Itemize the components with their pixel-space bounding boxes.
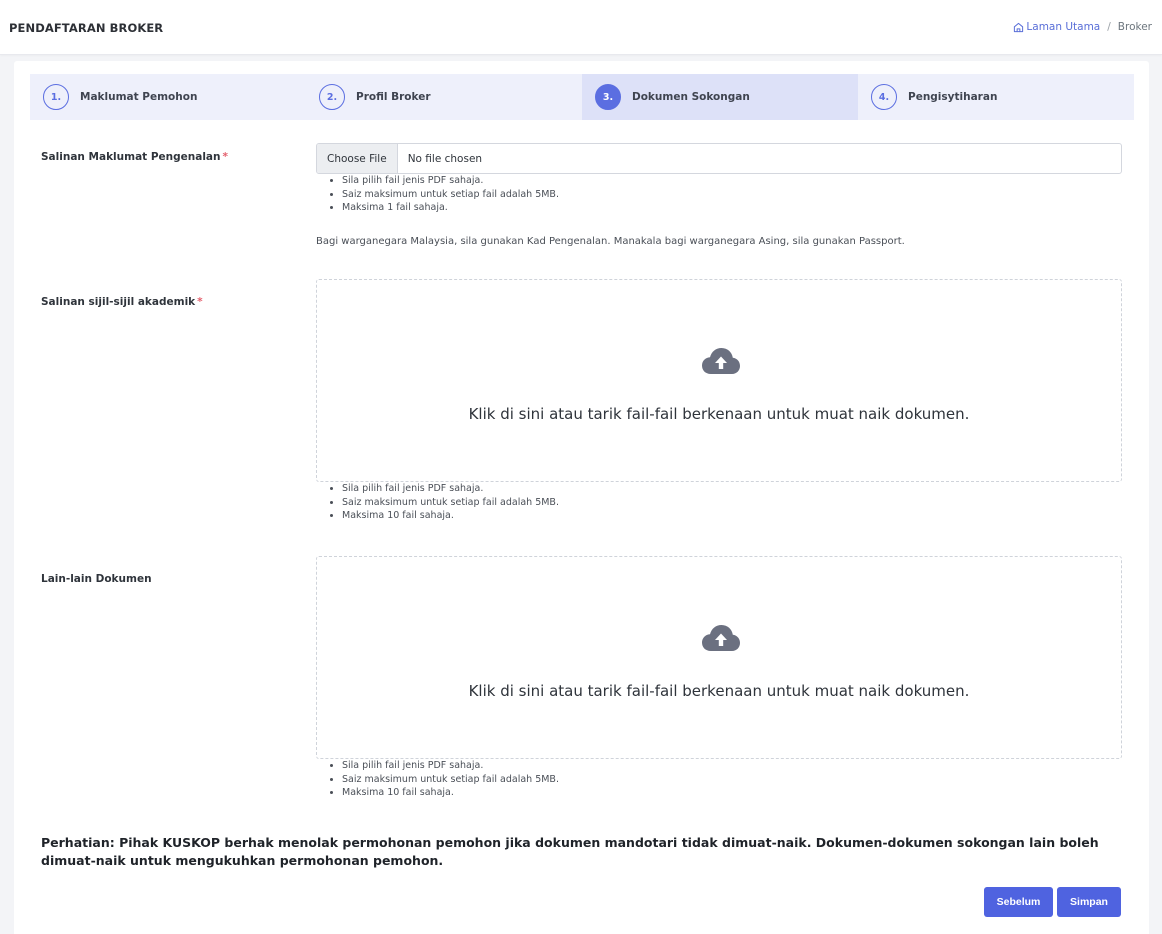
hint-item: Saiz maksimum untuk setiap fail adalah 5… — [342, 496, 559, 510]
breadcrumb: Laman Utama / Broker — [1013, 21, 1152, 33]
breadcrumb-separator: / — [1107, 21, 1111, 33]
hint-item: Saiz maksimum untuk setiap fail adalah 5… — [342, 773, 559, 787]
other-docs-label-text: Lain-lain Dokumen — [41, 573, 152, 585]
breadcrumb-home-label: Laman Utama — [1026, 21, 1101, 33]
hint-item: Maksima 1 fail sahaja. — [342, 201, 559, 215]
home-icon — [1014, 22, 1024, 32]
step-label: Maklumat Pemohon — [80, 91, 198, 103]
step-label: Dokumen Sokongan — [632, 91, 750, 103]
academic-certs-hints: Sila pilih fail jenis PDF sahaja. Saiz m… — [342, 482, 559, 523]
previous-button[interactable]: Sebelum — [984, 887, 1053, 917]
ic-copy-label-text: Salinan Maklumat Pengenalan — [41, 151, 221, 163]
other-docs-hints: Sila pilih fail jenis PDF sahaja. Saiz m… — [342, 759, 559, 800]
page-header: PENDAFTARAN BROKER Laman Utama / Broker — [0, 0, 1162, 55]
hint-item: Sila pilih fail jenis PDF sahaja. — [342, 482, 559, 496]
breadcrumb-home-link[interactable]: Laman Utama — [1013, 21, 1100, 33]
academic-certs-label-text: Salinan sijil-sijil akademik — [41, 296, 196, 308]
warning-notice: Perhatian: Pihak KUSKOP berhak menolak p… — [41, 835, 1099, 868]
required-mark: * — [197, 296, 203, 308]
hint-item: Saiz maksimum untuk setiap fail adalah 5… — [342, 188, 559, 202]
hint-item: Sila pilih fail jenis PDF sahaja. — [342, 174, 559, 188]
ic-copy-note: Bagi warganegara Malaysia, sila gunakan … — [316, 236, 905, 247]
hint-item: Sila pilih fail jenis PDF sahaja. — [342, 759, 559, 773]
step-number: 4. — [871, 84, 897, 110]
step-number: 3. — [595, 84, 621, 110]
step-number: 1. — [43, 84, 69, 110]
breadcrumb-current: Broker — [1117, 21, 1152, 33]
choose-file-button[interactable]: Choose File — [317, 144, 398, 173]
step-dokumen-sokongan[interactable]: 3. Dokumen Sokongan — [582, 74, 858, 120]
step-pengisytiharan[interactable]: 4. Pengisytiharan — [858, 74, 1134, 120]
step-profil-broker[interactable]: 2. Profil Broker — [306, 74, 582, 120]
form-card: 1. Maklumat Pemohon 2. Profil Broker 3. … — [14, 61, 1149, 934]
step-label: Profil Broker — [356, 91, 431, 103]
hint-item: Maksima 10 fail sahaja. — [342, 509, 559, 523]
page-title: PENDAFTARAN BROKER — [9, 21, 164, 35]
other-docs-label: Lain-lain Dokumen — [41, 573, 152, 585]
file-status-text: No file chosen — [407, 152, 483, 165]
step-label: Pengisytiharan — [908, 91, 998, 103]
other-docs-dropzone[interactable]: Klik di sini atau tarik fail-fail berken… — [316, 556, 1122, 759]
step-maklumat-pemohon[interactable]: 1. Maklumat Pemohon — [30, 74, 306, 120]
academic-certs-label: Salinan sijil-sijil akademik * — [41, 296, 203, 308]
hint-item: Maksima 10 fail sahaja. — [342, 786, 559, 800]
academic-certs-dropzone[interactable]: Klik di sini atau tarik fail-fail berken… — [316, 279, 1122, 482]
ic-copy-label: Salinan Maklumat Pengenalan * — [41, 151, 228, 163]
required-mark: * — [222, 151, 228, 163]
dropzone-text: Klik di sini atau tarik fail-fail berken… — [468, 405, 970, 423]
dropzone-text: Klik di sini atau tarik fail-fail berken… — [468, 682, 970, 700]
step-number: 2. — [319, 84, 345, 110]
wizard-steps: 1. Maklumat Pemohon 2. Profil Broker 3. … — [30, 74, 1134, 120]
ic-copy-file-input[interactable]: Choose File No file chosen — [316, 143, 1122, 174]
save-button[interactable]: Simpan — [1057, 887, 1121, 917]
cloud-upload-icon — [702, 625, 740, 651]
ic-copy-hints: Sila pilih fail jenis PDF sahaja. Saiz m… — [342, 174, 559, 215]
cloud-upload-icon — [702, 348, 740, 374]
